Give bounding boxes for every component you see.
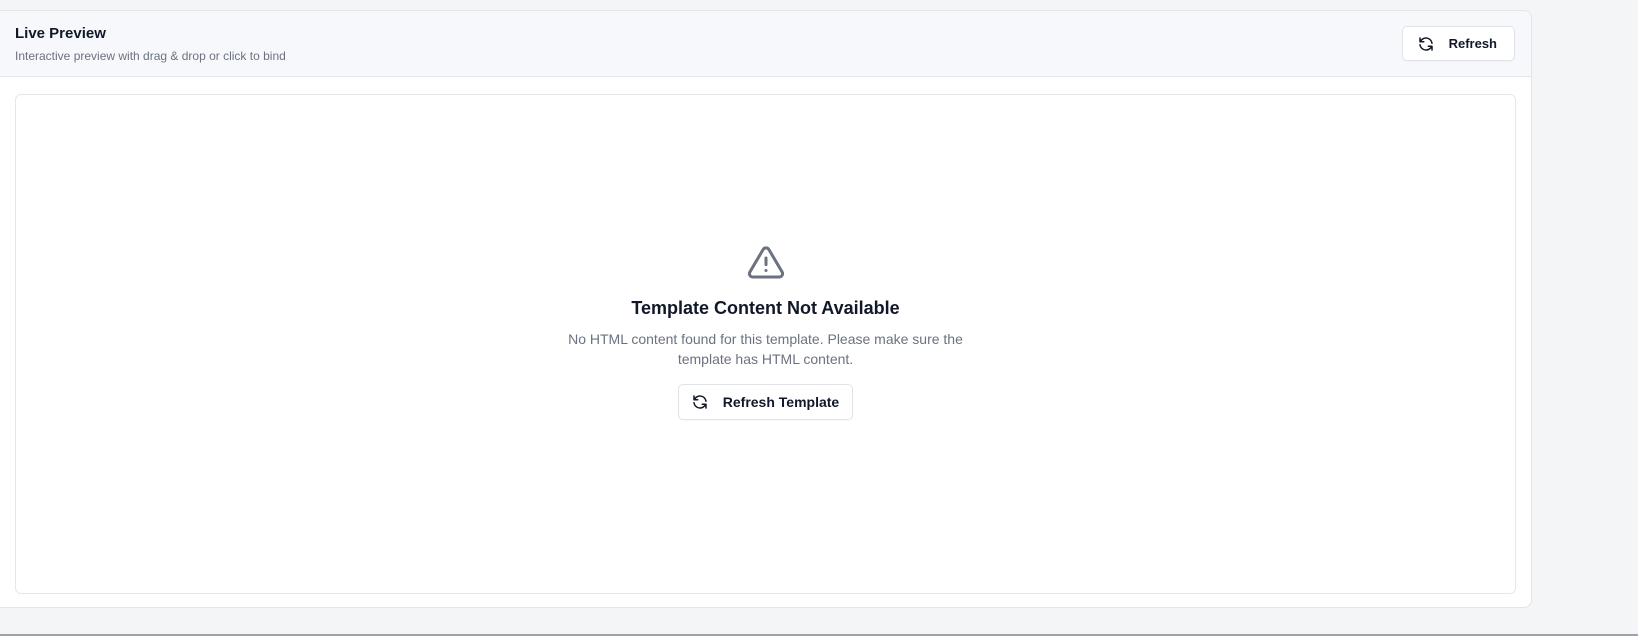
refresh-button[interactable]: Refresh [1401, 26, 1515, 61]
panel-header: Live Preview Interactive preview with dr… [0, 11, 1531, 77]
refresh-icon [1417, 35, 1435, 53]
panel-title: Live Preview [15, 25, 106, 42]
page: Live Preview Interactive preview with dr… [0, 0, 1638, 636]
refresh-template-button-label: Refresh Template [722, 394, 840, 410]
refresh-template-button[interactable]: Refresh Template [677, 384, 854, 420]
empty-state-title: Template Content Not Available [631, 298, 900, 318]
warning-triangle-icon [746, 243, 786, 283]
refresh-button-label: Refresh [1448, 36, 1497, 51]
empty-state: Template Content Not Available No HTML c… [16, 243, 1515, 420]
header-text: Live Preview Interactive preview with dr… [15, 25, 286, 63]
refresh-icon [691, 393, 709, 411]
preview-area: Template Content Not Available No HTML c… [15, 94, 1516, 594]
empty-state-message: No HTML content found for this template.… [568, 331, 963, 367]
panel-subtitle: Interactive preview with drag & drop or … [15, 49, 286, 63]
live-preview-panel: Live Preview Interactive preview with dr… [0, 10, 1532, 608]
